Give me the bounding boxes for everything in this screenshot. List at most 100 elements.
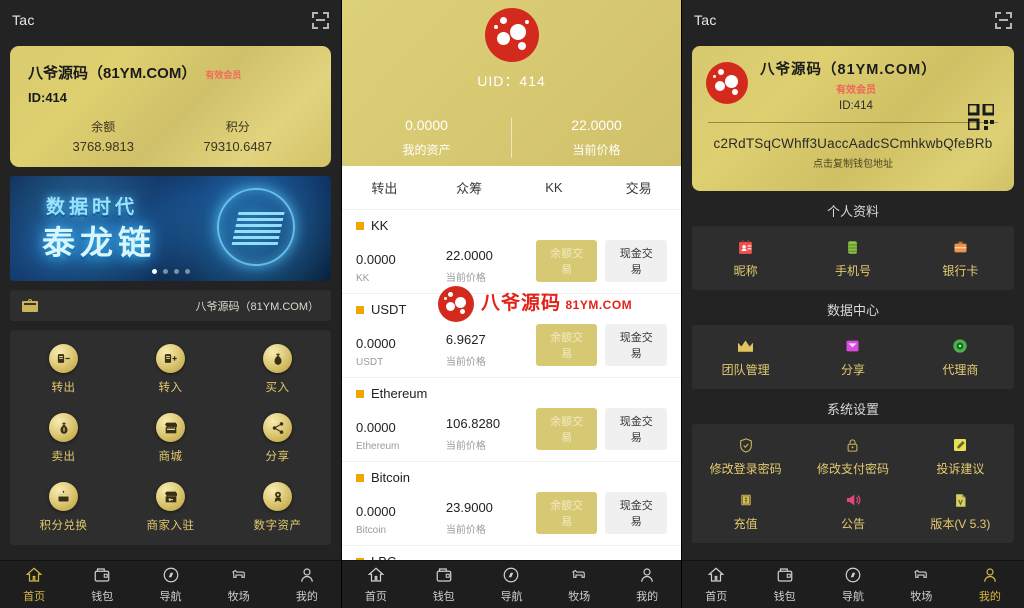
share-envelope-icon (844, 337, 861, 355)
settings-item-agent[interactable]: 代理商 (907, 337, 1014, 378)
menu-item-shop[interactable]: 商城 (117, 413, 224, 464)
settings-label: 代理商 (942, 363, 979, 377)
cash-trade-button[interactable]: 现金交易 (605, 492, 667, 534)
nav-item-farm[interactable]: 牧场 (205, 566, 273, 604)
menu-item-digital-asset[interactable]: 数字资产 (224, 482, 331, 533)
nav-label: 我的 (295, 590, 318, 603)
nav-item-mine[interactable]: 我的 (956, 566, 1024, 604)
promo-banner[interactable]: 数据时代 泰龙链 (10, 176, 331, 281)
money-icon (739, 491, 753, 509)
panel-mine: Tac 八爷源码（81YM.COM） 有效会员 ID:414 c2RdTSqCW… (682, 0, 1024, 608)
user-icon (981, 566, 999, 585)
coin-amount-col: 0.0000 KK (356, 252, 446, 284)
nav-item-home[interactable]: 首页 (0, 566, 68, 604)
tab-transfer-out[interactable]: 转出 (342, 178, 427, 197)
tab-crowdfunding[interactable]: 众筹 (427, 178, 512, 197)
nav-item-mine[interactable]: 我的 (613, 566, 681, 604)
agent-icon (952, 337, 968, 355)
cash-trade-button[interactable]: 现金交易 (605, 324, 667, 366)
coin-row[interactable]: KK 0.0000 KK 22.0000 当前价格 余额交易 现金交易 (342, 210, 681, 294)
coin-name-row: KK (356, 218, 667, 233)
farm-icon (569, 566, 589, 585)
nav-item-compass[interactable]: 导航 (478, 566, 546, 604)
nav-label: 牧场 (227, 590, 250, 603)
settings-label: 充值 (733, 517, 758, 531)
coin-amount: 0.0000 (356, 336, 396, 351)
fullscreen-icon[interactable] (312, 11, 329, 29)
qr-code-icon[interactable] (966, 102, 996, 132)
account-card[interactable]: 八爷源码（81YM.COM） 有效会员 ID:414 余额 3768.9813 … (10, 46, 331, 167)
settings-item-bank-card[interactable]: 银行卡 (907, 238, 1014, 279)
balance-trade-button[interactable]: 余额交易 (535, 492, 598, 534)
profile-card[interactable]: 八爷源码（81YM.COM） 有效会员 ID:414 c2RdTSqCWhff3… (692, 46, 1014, 191)
settings-label: 团队管理 (721, 363, 770, 377)
nav-item-wallet[interactable]: 钱包 (68, 566, 136, 604)
settings-item-phone[interactable]: 手机号 (799, 238, 906, 279)
home-menu-grid: 转出 转入 买入 卖出 商城 分享 积分兑换 商家入驻 数字资产 (10, 330, 331, 545)
coin-row[interactable]: Bitcoin 0.0000 Bitcoin 23.9000 当前价格 余额交易 现金… (342, 462, 681, 546)
banner-line1: 数据时代 (46, 197, 139, 218)
nav-item-wallet[interactable]: 钱包 (410, 566, 478, 604)
menu-item-transfer-out[interactable]: 转出 (10, 344, 117, 395)
settings-item-announcement[interactable]: 公告 (799, 491, 906, 532)
nav-item-farm[interactable]: 牧场 (887, 566, 955, 604)
transfer-in-icon (156, 344, 185, 373)
banner-dots[interactable] (10, 269, 331, 274)
settings-item-team-management[interactable]: 团队管理 (692, 337, 799, 378)
nav-item-home[interactable]: 首页 (682, 566, 750, 604)
settings-item-nickname[interactable]: 昵称 (692, 238, 799, 279)
nav-item-wallet[interactable]: 钱包 (750, 566, 818, 604)
nav-item-compass[interactable]: 导航 (819, 566, 887, 604)
tab-trade[interactable]: 交易 (596, 178, 681, 197)
coin-amount-col: 0.0000 Ethereum (356, 420, 446, 452)
balance-trade-button[interactable]: 余额交易 (535, 324, 598, 366)
nav-label: 导航 (500, 590, 523, 603)
cash-trade-button[interactable]: 现金交易 (605, 240, 667, 282)
nav-item-mine[interactable]: 我的 (273, 566, 341, 604)
crown-icon (736, 337, 755, 355)
cash-trade-button[interactable]: 现金交易 (605, 408, 667, 450)
coin-amount-label: Bitcoin (356, 525, 387, 536)
nav-item-compass[interactable]: 导航 (136, 566, 204, 604)
menu-item-points-exchange[interactable]: 积分兑换 (10, 482, 117, 533)
merchant-join-icon (156, 482, 185, 511)
settings-item-recharge[interactable]: 充值 (692, 491, 799, 532)
coin-price-label: 当前价格 (445, 273, 486, 284)
stat-current-price-label: 当前价格 (572, 143, 621, 157)
menu-item-buy[interactable]: 买入 (224, 344, 331, 395)
coin-row[interactable]: Ethereum 0.0000 Ethereum 106.8280 当前价格 余额交… (342, 378, 681, 462)
coin-amount-label: KK (356, 273, 370, 284)
notice-bar[interactable]: 八爷源码（81YM.COM） (10, 290, 331, 321)
nav-label: 钱包 (773, 590, 796, 603)
tab-kk[interactable]: KK (512, 180, 597, 195)
megaphone-icon (844, 491, 862, 509)
balance-trade-button[interactable]: 余额交易 (535, 408, 598, 450)
balance-trade-button[interactable]: 余额交易 (535, 240, 598, 282)
nav-item-home[interactable]: 首页 (342, 566, 410, 604)
fullscreen-icon[interactable] (995, 11, 1012, 29)
settings-item-change-login-password[interactable]: 修改登录密码 (692, 436, 799, 477)
nav-label: 我的 (636, 590, 659, 603)
settings-item-version[interactable]: 版本(V 5.3) (907, 491, 1014, 532)
nav-label: 钱包 (432, 590, 455, 603)
app-stage: Tac 八爷源码（81YM.COM） 有效会员 ID:414 余额 3768.9… (0, 0, 1024, 608)
coin-amount-col: 0.0000 USDT (356, 336, 446, 368)
coin-row[interactable]: USDT 0.0000 USDT 6.9627 当前价格 余额交易 现金交易 (342, 294, 681, 378)
settings-item-change-pay-password[interactable]: 修改支付密码 (799, 436, 906, 477)
nav-item-farm[interactable]: 牧场 (545, 566, 613, 604)
settings-label: 修改登录密码 (709, 462, 782, 476)
stat-my-assets-value: 0.0000 (405, 117, 448, 133)
menu-label: 卖出 (51, 451, 76, 463)
menu-item-merchant-join[interactable]: 商家入驻 (117, 482, 224, 533)
menu-label: 买入 (265, 382, 290, 394)
phone-icon (845, 238, 860, 256)
nav-label: 导航 (159, 590, 182, 603)
menu-label: 商城 (158, 451, 183, 463)
menu-item-sell[interactable]: 卖出 (10, 413, 117, 464)
menu-item-share[interactable]: 分享 (224, 413, 331, 464)
wallet-address[interactable]: c2RdTSqCWhff3UaccAadcSCmhkwbQfeBRb (706, 136, 1000, 151)
menu-item-transfer-in[interactable]: 转入 (117, 344, 224, 395)
stat-points-value: 79310.6487 (203, 139, 273, 154)
settings-item-feedback[interactable]: 投诉建议 (907, 436, 1014, 477)
settings-item-share[interactable]: 分享 (799, 337, 906, 378)
